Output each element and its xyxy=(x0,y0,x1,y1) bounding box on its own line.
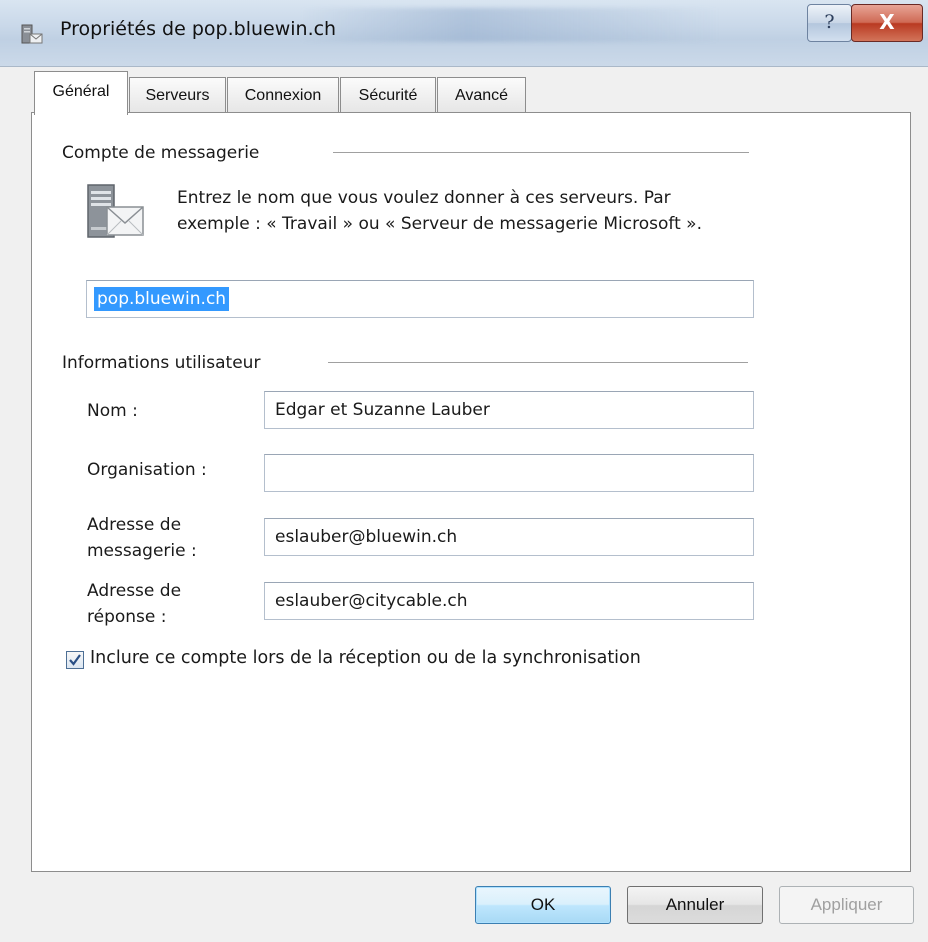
email-label: Adresse de messagerie : xyxy=(87,512,197,564)
checkmark-icon xyxy=(69,654,81,666)
name-input[interactable]: Edgar et Suzanne Lauber xyxy=(264,391,754,429)
tab-general[interactable]: Général xyxy=(34,71,128,115)
organization-label: Organisation : xyxy=(87,460,207,480)
account-name-selected-text: pop.bluewin.ch xyxy=(94,287,230,311)
mail-server-icon xyxy=(87,184,144,238)
reply-label-line-1: Adresse de xyxy=(87,581,182,601)
window-title: Propriétés de pop.bluewin.ch xyxy=(60,18,337,40)
title-bar-glass xyxy=(300,8,720,42)
reply-input[interactable]: eslauber@citycable.ch xyxy=(264,582,754,620)
tab-advanced[interactable]: Avancé xyxy=(437,77,526,114)
name-label: Nom : xyxy=(87,401,138,421)
include-account-checkbox[interactable] xyxy=(66,651,84,669)
account-group-title: Compte de messagerie xyxy=(62,143,260,163)
mail-server-icon xyxy=(21,24,43,44)
account-group-divider xyxy=(333,152,749,153)
organization-input[interactable] xyxy=(264,454,754,492)
cancel-button[interactable]: Annuler xyxy=(627,886,763,924)
reply-label-line-2: réponse : xyxy=(87,607,167,627)
apply-button[interactable]: Appliquer xyxy=(779,886,914,924)
account-description-line-2: exemple : « Travail » ou « Serveur de me… xyxy=(177,214,702,234)
reply-label: Adresse de réponse : xyxy=(87,578,181,630)
email-input[interactable]: eslauber@bluewin.ch xyxy=(264,518,754,556)
tab-connection[interactable]: Connexion xyxy=(227,77,339,114)
email-label-line-2: messagerie : xyxy=(87,541,197,561)
tab-servers[interactable]: Serveurs xyxy=(129,77,226,114)
ok-button[interactable]: OK xyxy=(475,886,611,924)
tab-security[interactable]: Sécurité xyxy=(340,77,436,114)
close-button[interactable]: X xyxy=(851,4,923,42)
include-account-label[interactable]: Inclure ce compte lors de la réception o… xyxy=(90,648,641,668)
user-group-title: Informations utilisateur xyxy=(62,353,261,373)
email-label-line-1: Adresse de xyxy=(87,515,182,535)
help-button[interactable]: ? xyxy=(807,4,852,42)
user-group-divider xyxy=(328,362,748,363)
account-description: Entrez le nom que vous voulez donner à c… xyxy=(177,185,797,237)
help-icon: ? xyxy=(824,11,835,33)
account-name-input[interactable]: pop.bluewin.ch xyxy=(86,280,754,318)
close-icon: X xyxy=(879,10,895,34)
account-description-line-1: Entrez le nom que vous voulez donner à c… xyxy=(177,188,671,208)
